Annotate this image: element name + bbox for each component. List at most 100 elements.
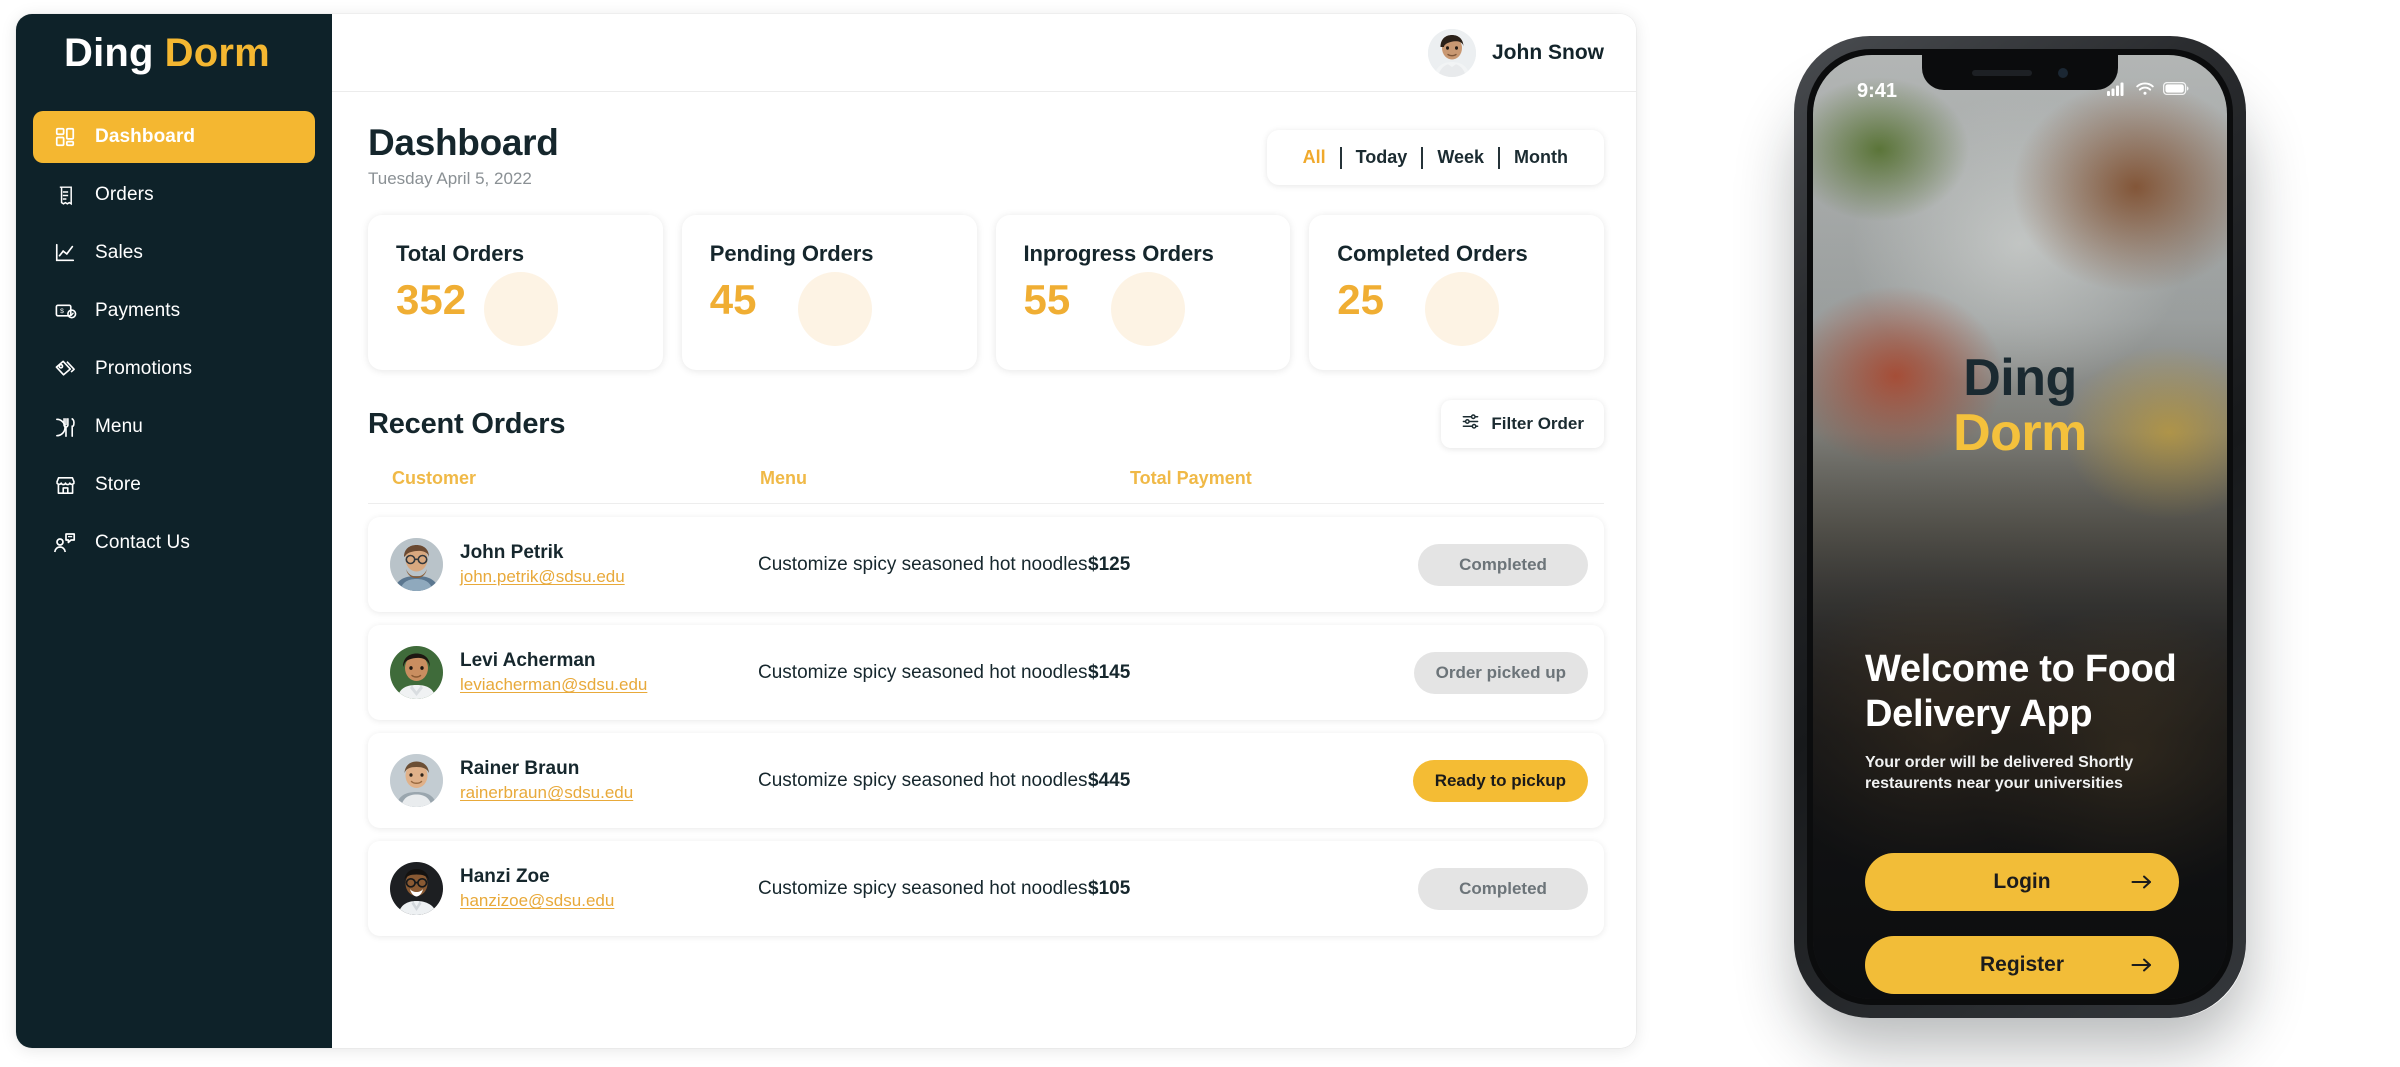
sidebar-item-label: Orders xyxy=(95,184,154,205)
stat-card-completed-orders[interactable]: Completed Orders 25 xyxy=(1309,215,1604,371)
stat-card-inprogress-orders[interactable]: Inprogress Orders 55 xyxy=(995,215,1291,371)
support-icon xyxy=(51,529,79,557)
sidebar-item-label: Sales xyxy=(95,242,144,263)
speaker-grille-icon xyxy=(1972,69,2032,76)
stat-card-pending-orders[interactable]: Pending Orders 45 xyxy=(681,215,977,371)
customer-cell: Hanzi Zoe hanzizoe@sdsu.edu xyxy=(368,862,758,916)
column-header-menu: Menu xyxy=(760,468,807,489)
range-tab-all[interactable]: All xyxy=(1289,147,1340,168)
sidebar-item-label: Contact Us xyxy=(95,532,190,553)
customer-email[interactable]: leviacherman@sdsu.edu xyxy=(460,675,647,695)
login-button[interactable]: Login xyxy=(1865,853,2179,911)
cutlery-icon xyxy=(51,413,79,441)
brand-logo-part1: Ding xyxy=(64,30,154,75)
date-range-tabs: All Today Week Month xyxy=(1266,130,1604,185)
front-camera-icon xyxy=(2058,67,2068,78)
sidebar-item-menu[interactable]: Menu xyxy=(33,401,315,453)
sidebar-item-label: Store xyxy=(95,474,141,495)
phone-notch xyxy=(1922,55,2118,90)
menu-cell: Customize spicy seasoned hot noodles xyxy=(758,661,1088,683)
status-badge[interactable]: Completed xyxy=(1418,543,1588,586)
stat-title: Total Orders xyxy=(396,241,524,267)
login-button-label: Login xyxy=(1993,870,2051,893)
table-row[interactable]: John Petrik john.petrik@sdsu.edu Customi… xyxy=(368,517,1604,613)
tag-icon xyxy=(51,355,79,383)
arrow-right-icon xyxy=(2131,957,2153,973)
customer-info: Rainer Braun rainerbraun@sdsu.edu xyxy=(460,758,633,803)
topbar: John Snow xyxy=(332,14,1636,92)
dashboard-content: Dashboard Tuesday April 5, 2022 All Toda… xyxy=(332,92,1636,1048)
phone-logo-line2: Dorm xyxy=(1953,404,2087,463)
total-payment-cell: $125 xyxy=(1088,553,1131,575)
phone-screen: 9:41 Ding Dorm Welcome to Food Delivery … xyxy=(1813,55,2227,999)
customer-cell: Rainer Braun rainerbraun@sdsu.edu xyxy=(368,754,758,808)
column-header-customer: Customer xyxy=(392,468,477,489)
range-tab-week[interactable]: Week xyxy=(1423,147,1498,168)
status-badge[interactable]: Completed xyxy=(1418,867,1588,910)
customer-name: John Petrik xyxy=(460,542,564,564)
sidebar-item-store[interactable]: Store xyxy=(33,459,315,511)
table-row[interactable]: Rainer Braun rainerbraun@sdsu.edu Custom… xyxy=(368,733,1604,829)
orders-table-header: Customer Menu Total Payment xyxy=(368,468,1604,505)
avatar xyxy=(390,862,443,916)
avatar xyxy=(390,754,443,808)
sidebar-item-payments[interactable]: $ Payments xyxy=(33,285,315,337)
sidebar-item-contact-us[interactable]: Contact Us xyxy=(33,517,315,569)
grid-icon xyxy=(51,123,79,151)
stat-title: Completed Orders xyxy=(1337,241,1528,267)
register-button[interactable]: Register xyxy=(1865,936,2179,994)
screen-root: Ding Dorm Dashboard Orders Sales $ Payme… xyxy=(0,0,2400,1067)
status-icon-group xyxy=(2107,81,2189,101)
wifi-icon xyxy=(2136,81,2154,101)
user-profile-chip[interactable]: John Snow xyxy=(1428,28,1604,77)
chart-icon xyxy=(51,239,79,267)
sidebar-item-promotions[interactable]: Promotions xyxy=(33,343,315,395)
customer-email[interactable]: john.petrik@sdsu.edu xyxy=(460,567,625,587)
table-row[interactable]: Hanzi Zoe hanzizoe@sdsu.edu Customize sp… xyxy=(368,841,1604,937)
section-title: Recent Orders xyxy=(368,407,566,440)
filter-order-label: Filter Order xyxy=(1491,414,1584,434)
sidebar-item-dashboard[interactable]: Dashboard xyxy=(33,111,315,163)
status-time: 9:41 xyxy=(1857,79,1898,102)
customer-cell: Levi Acherman leviacherman@sdsu.edu xyxy=(368,646,758,700)
customer-email[interactable]: hanzizoe@sdsu.edu xyxy=(460,891,614,911)
status-cell: Ready to pickup xyxy=(1348,759,1604,802)
customer-name: Hanzi Zoe xyxy=(460,866,550,888)
phone-action-buttons: Login Register xyxy=(1865,853,2179,994)
decorative-circle xyxy=(1111,272,1186,347)
stat-title: Inprogress Orders xyxy=(1023,241,1214,267)
phone-mockup: 9:41 Ding Dorm Welcome to Food Delivery … xyxy=(1770,18,2260,1028)
sliders-icon xyxy=(1461,412,1480,436)
table-row[interactable]: Levi Acherman leviacherman@sdsu.edu Cust… xyxy=(368,625,1604,721)
filter-order-button[interactable]: Filter Order xyxy=(1441,400,1604,449)
phone-body: 9:41 Ding Dorm Welcome to Food Delivery … xyxy=(1807,49,2233,1005)
page-title: Dashboard xyxy=(368,122,559,163)
decorative-circle xyxy=(1425,272,1499,347)
status-cell: Completed xyxy=(1348,867,1604,910)
menu-cell: Customize spicy seasoned hot noodles xyxy=(758,877,1088,899)
sidebar-nav: Dashboard Orders Sales $ Payments Promot… xyxy=(16,111,332,569)
decorative-circle xyxy=(797,272,872,347)
range-tab-today[interactable]: Today xyxy=(1342,147,1422,168)
avatar xyxy=(1428,28,1476,77)
status-badge[interactable]: Order picked up xyxy=(1413,651,1588,694)
phone-subheading: Your order will be delivered Shortly res… xyxy=(1865,753,2134,793)
customer-email[interactable]: rainerbraun@sdsu.edu xyxy=(460,783,633,803)
status-cell: Completed xyxy=(1348,543,1604,586)
page-title-block: Dashboard Tuesday April 5, 2022 xyxy=(368,122,559,189)
decorative-circle xyxy=(483,272,558,347)
stat-card-total-orders[interactable]: Total Orders 352 xyxy=(368,215,663,371)
user-name: John Snow xyxy=(1492,40,1604,64)
stat-title: Pending Orders xyxy=(709,241,874,267)
range-tab-month[interactable]: Month xyxy=(1500,147,1582,168)
sidebar-item-orders[interactable]: Orders xyxy=(33,169,315,221)
sidebar-item-sales[interactable]: Sales xyxy=(33,227,315,279)
phone-welcome-copy: Welcome to Food Delivery App Your order … xyxy=(1865,647,2181,795)
recent-orders-header: Recent Orders Filter Order xyxy=(368,400,1604,449)
total-payment-cell: $145 xyxy=(1088,661,1131,683)
status-badge[interactable]: Ready to pickup xyxy=(1412,759,1588,802)
payment-icon: $ xyxy=(51,297,79,325)
arrow-right-icon xyxy=(2131,874,2153,890)
stat-cards: Total Orders 352 Pending Orders 45 Inpro… xyxy=(368,215,1604,371)
customer-info: John Petrik john.petrik@sdsu.edu xyxy=(460,542,625,587)
